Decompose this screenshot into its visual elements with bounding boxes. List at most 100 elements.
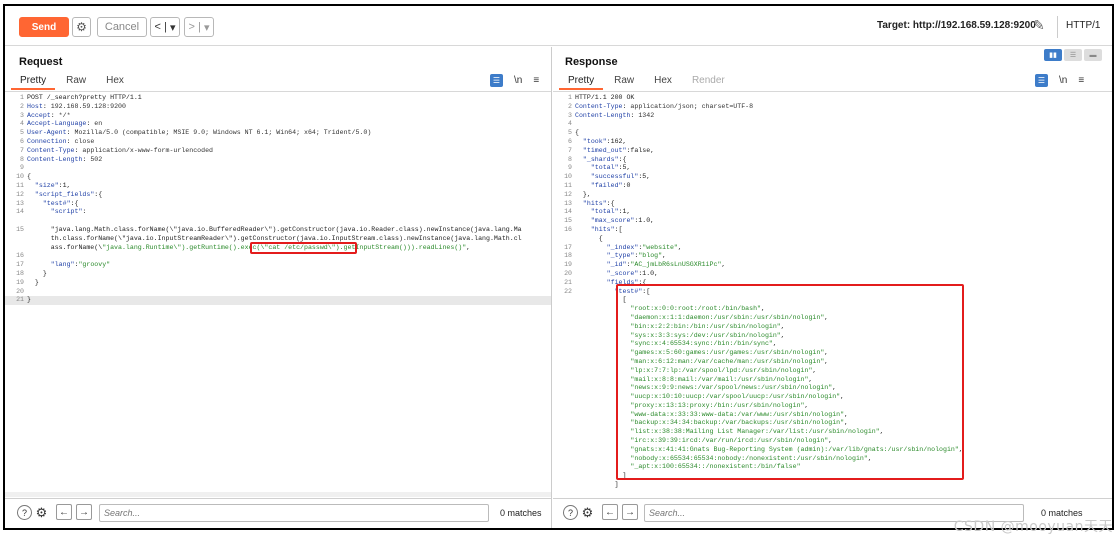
request-code-line[interactable]: 19 }: [5, 279, 551, 288]
request-code-line[interactable]: 3 Accept: */*: [5, 112, 551, 121]
request-code-line[interactable]: 5 User-Agent: Mozilla/5.0 (compatible; MS…: [5, 129, 551, 138]
request-editor[interactable]: 1 POST /_search?pretty HTTP/1.1 2 Host: 192…: [5, 94, 551, 492]
request-code-line[interactable]: 9: [5, 164, 551, 173]
line-number: 11: [16, 181, 24, 189]
pretty-print-toggle-icon[interactable]: ☰: [1035, 74, 1048, 87]
response-code-line[interactable]: 14 "total":1,: [553, 208, 1112, 217]
pretty-print-toggle-icon[interactable]: ☰: [490, 74, 503, 87]
request-code-line[interactable]: 2 Host: 192.168.59.128:9200: [5, 103, 551, 112]
search-prev-button[interactable]: ←: [56, 504, 72, 520]
response-code-line[interactable]: 8 "_shards":{: [553, 156, 1112, 165]
response-code-line[interactable]: {: [553, 235, 1112, 244]
response-code-line[interactable]: 7 "timed_out":false,: [553, 147, 1112, 156]
request-code-line[interactable]: 12 "script_fields":{: [5, 191, 551, 200]
tab-response-raw[interactable]: Raw: [605, 72, 643, 90]
line-text: "max_score":1.0,: [590, 217, 655, 225]
back-arrow-icon: <: [154, 21, 161, 33]
response-code-line[interactable]: 12 },: [553, 191, 1112, 200]
line-text: "_type":"blog",: [606, 252, 667, 260]
response-code-line[interactable]: 17 "_index":"website",: [553, 244, 1112, 253]
line-text: "successful":5,: [590, 173, 651, 181]
search-next-button[interactable]: →: [622, 504, 638, 520]
request-code-line[interactable]: 21}: [5, 296, 551, 306]
edit-pencil-icon[interactable]: ✎: [1033, 17, 1045, 34]
tab-response-pretty[interactable]: Pretty: [559, 72, 604, 90]
tab-response-hex[interactable]: Hex: [645, 72, 681, 90]
response-code-line[interactable]: 13 "hits":{: [553, 200, 1112, 209]
line-number: [553, 235, 575, 244]
line-number: 19: [564, 261, 572, 269]
request-code-line[interactable]: [5, 217, 551, 226]
line-number: [553, 296, 575, 305]
tab-request-hex[interactable]: Hex: [97, 72, 133, 90]
request-code-line[interactable]: 11 "size":1,: [5, 182, 551, 191]
request-code-line[interactable]: 17 "lang":"groovy": [5, 261, 551, 270]
request-code-line[interactable]: 18 }: [5, 270, 551, 279]
request-code-line[interactable]: 10{: [5, 173, 551, 182]
response-code-line[interactable]: 3 Content-Length: 1342: [553, 112, 1112, 121]
help-icon[interactable]: ?: [563, 505, 578, 520]
response-code-line[interactable]: 18 "_type":"blog",: [553, 252, 1112, 261]
layout-side-by-side-icon[interactable]: ▮▮: [1044, 49, 1062, 61]
line-number: 17: [16, 261, 24, 269]
line-text: Content-Length: 1342: [575, 111, 655, 119]
settings-gear-icon[interactable]: ⚙: [34, 505, 49, 520]
request-search-input[interactable]: [99, 504, 489, 522]
line-number: 18: [564, 252, 572, 260]
response-code-line[interactable]: 9 "total":5,: [553, 164, 1112, 173]
layout-tabs-icon[interactable]: ▬: [1084, 49, 1102, 61]
tab-request-raw[interactable]: Raw: [57, 72, 95, 90]
back-button[interactable]: < | ▾: [150, 17, 180, 37]
line-number: [5, 244, 27, 253]
tab-response-render[interactable]: Render: [683, 72, 734, 90]
line-text: "size":1,: [34, 181, 71, 189]
request-code-line[interactable]: 20: [5, 288, 551, 297]
response-code-line[interactable]: 5{: [553, 129, 1112, 138]
response-code-line[interactable]: 20 "_score":1.0,: [553, 270, 1112, 279]
line-text: },: [575, 190, 591, 198]
protocol-label[interactable]: HTTP/1: [1066, 20, 1100, 31]
cancel-button[interactable]: Cancel: [97, 17, 147, 37]
request-code-line[interactable]: 7 Content-Type: application/x-www-form-ur…: [5, 147, 551, 156]
request-code-line[interactable]: 4 Accept-Language: en: [5, 120, 551, 129]
help-icon[interactable]: ?: [17, 505, 32, 520]
search-next-button[interactable]: →: [76, 504, 92, 520]
send-button[interactable]: Send: [19, 17, 69, 37]
request-code-line[interactable]: 1 POST /_search?pretty HTTP/1.1: [5, 94, 551, 103]
tab-request-pretty[interactable]: Pretty: [11, 72, 56, 90]
request-code-line[interactable]: 14 "script":: [5, 208, 551, 217]
line-number: 13: [564, 199, 572, 207]
response-code-line[interactable]: 2 Content-Type: application/json; charset…: [553, 103, 1112, 112]
newline-toggle[interactable]: \n: [514, 75, 522, 86]
response-code-line[interactable]: 19 "_id":"AC_jmLbR6sLnUSGXR1iPc",: [553, 261, 1112, 270]
horizontal-scrollbar[interactable]: [5, 492, 551, 497]
forward-button[interactable]: > | ▾: [184, 17, 214, 37]
response-code-line[interactable]: 10 "successful":5,: [553, 173, 1112, 182]
response-code-line[interactable]: 6 "took":162,: [553, 138, 1112, 147]
request-code-line[interactable]: 13 "test#":{: [5, 200, 551, 209]
watermark: CSDN @mooyuan天天: [953, 519, 1113, 535]
request-code-line[interactable]: 8 Content-Length: 502: [5, 156, 551, 165]
menu-icon[interactable]: ≡: [1078, 75, 1084, 86]
response-code-line[interactable]: 1 HTTP/1.1 200 OK: [553, 94, 1112, 103]
line-number: 2: [20, 102, 24, 110]
response-code-line[interactable]: 16 "hits":[: [553, 226, 1112, 235]
menu-icon[interactable]: ≡: [533, 75, 539, 86]
line-number: [553, 455, 575, 464]
response-code-line[interactable]: ]: [553, 481, 1112, 490]
request-code-line[interactable]: 6 Connection: close: [5, 138, 551, 147]
line-number: 7: [568, 146, 572, 154]
response-code-line[interactable]: 4: [553, 120, 1112, 129]
passwd-output-highlight-box: [616, 284, 964, 480]
line-number: [553, 340, 575, 349]
layout-stacked-icon[interactable]: ☰: [1064, 49, 1082, 61]
search-prev-button[interactable]: ←: [602, 504, 618, 520]
response-code-line[interactable]: 15 "max_score":1.0,: [553, 217, 1112, 226]
line-text: "test#":{: [42, 199, 79, 207]
newline-toggle[interactable]: \n: [1059, 75, 1067, 86]
settings-gear-icon[interactable]: ⚙: [580, 505, 595, 520]
gear-icon[interactable]: ⚙: [72, 17, 91, 37]
request-code-line[interactable]: 15 "java.lang.Math.class.forName(\"java.…: [5, 226, 551, 235]
line-number: 15: [16, 225, 24, 233]
response-code-line[interactable]: 11 "failed":0: [553, 182, 1112, 191]
